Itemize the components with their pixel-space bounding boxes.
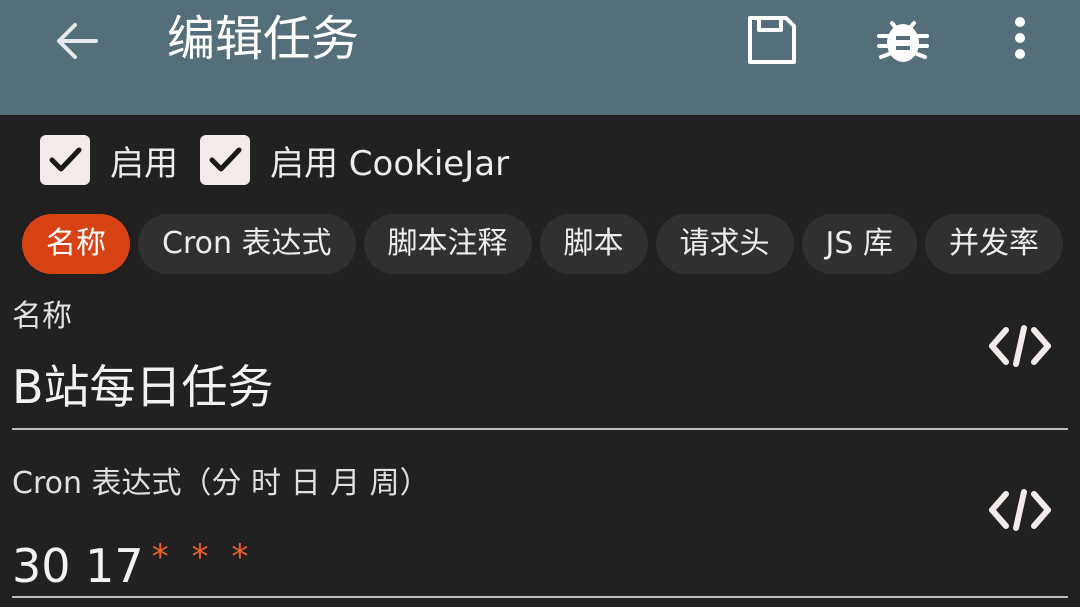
name-field[interactable]: 名称 B站每日任务 [12,296,1068,432]
page-title: 编辑任务 [167,11,360,67]
cron-field[interactable]: Cron 表达式（分 时 日 月 周） 30 17 * * * [12,460,1068,600]
cron-input[interactable]: 30 17 * * * [12,526,254,597]
checkbox-box [40,135,90,185]
floppy-disk-icon [748,16,796,64]
name-input[interactable]: B站每日任务 [12,356,274,418]
tab-name[interactable]: 名称 [22,214,130,274]
app-bar: 编辑任务 [0,0,1080,115]
code-icon [989,325,1051,367]
toggle-row: 启用 启用 CookieJar [40,134,531,186]
tab-concurrency[interactable]: 并发率 [924,214,1063,274]
name-code-button[interactable] [988,324,1052,368]
back-button[interactable] [50,14,104,68]
check-icon [209,147,242,172]
overflow-menu-button[interactable] [992,12,1048,68]
check-icon [49,147,82,172]
tab-js-library[interactable]: JS 库 [801,214,917,274]
enable-cookiejar-checkbox[interactable]: 启用 CookieJar [200,135,509,185]
checkbox-box [200,135,250,185]
name-field-label: 名称 [12,299,72,334]
save-button[interactable] [744,12,800,68]
name-field-underline [12,428,1068,430]
tab-script-notes[interactable]: 脚本注释 [363,214,532,274]
cron-field-underline [12,596,1068,598]
cron-wildcards: * * * [151,537,255,577]
enable-checkbox[interactable]: 启用 [40,135,178,185]
arrow-left-icon [57,23,98,59]
tab-cron[interactable]: Cron 表达式 [138,214,356,274]
code-icon [989,489,1051,531]
cron-field-label: Cron 表达式（分 时 日 月 周） [12,466,430,501]
enable-label: 启用 [110,143,178,184]
section-tabs: 名称 Cron 表达式 脚本注释 脚本 请求头 JS 库 并发率 [22,214,1080,274]
enable-cookiejar-label: 启用 CookieJar [270,143,510,184]
cron-code-button[interactable] [988,488,1052,532]
more-vertical-icon [1015,17,1025,59]
bug-icon [877,21,929,62]
tab-script[interactable]: 脚本 [539,214,648,274]
cron-fixed-part: 30 17 [12,539,144,593]
debug-button[interactable] [875,12,931,68]
tab-headers[interactable]: 请求头 [655,214,794,274]
